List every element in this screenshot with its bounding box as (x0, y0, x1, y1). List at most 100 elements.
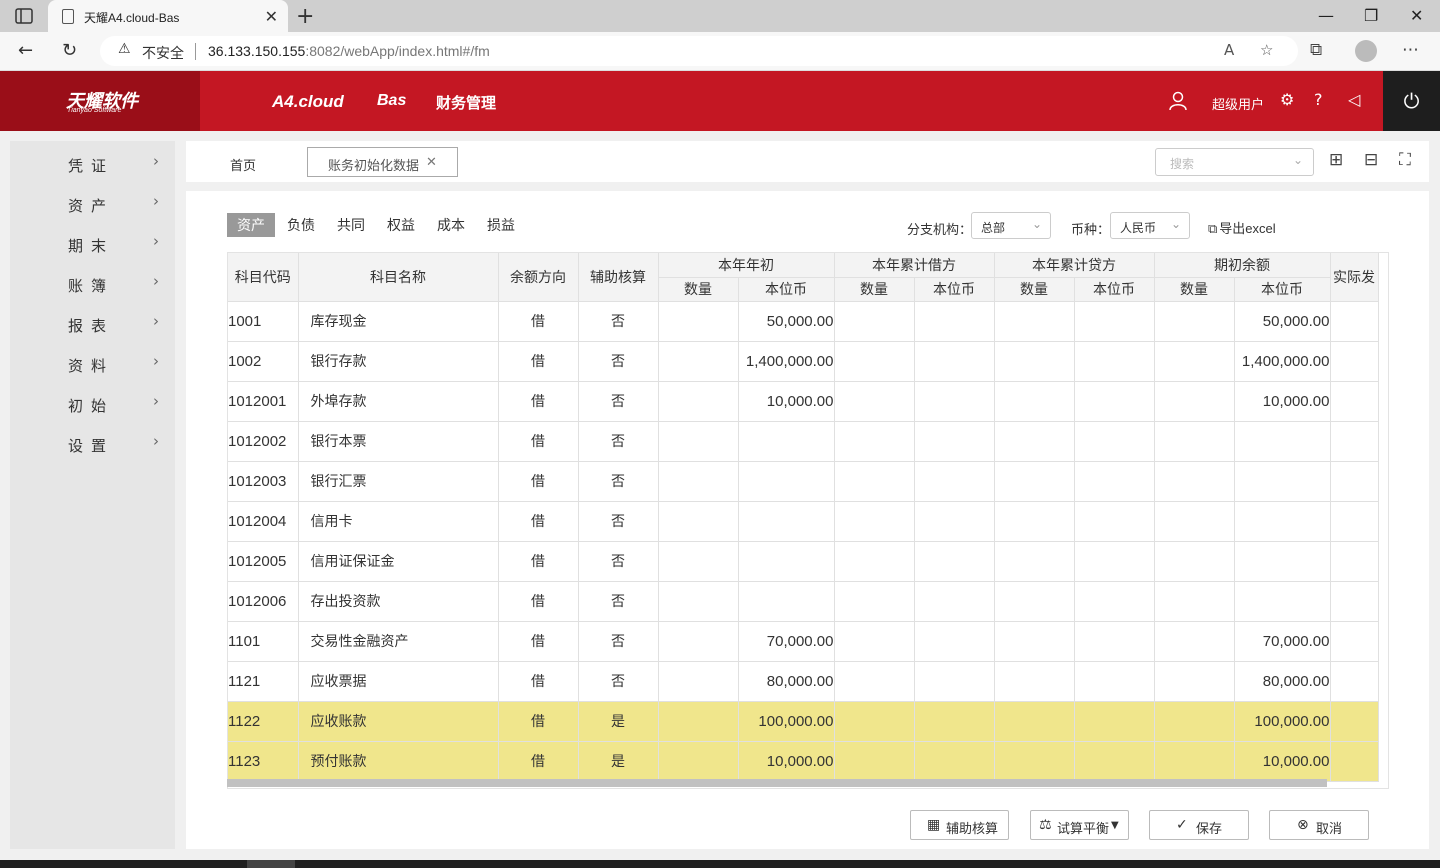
cell-actual[interactable] (1330, 581, 1379, 622)
cell-actual[interactable] (1330, 661, 1379, 702)
trial-balance-button[interactable]: ⚖ 试算平衡 ▼ (1030, 810, 1129, 840)
cell-name[interactable]: 应收账款 (298, 701, 499, 742)
more-menu-icon[interactable]: ⋯ (1402, 40, 1419, 60)
cell-aux[interactable]: 是 (578, 701, 659, 742)
category-tab-pl[interactable]: 损益 (487, 215, 515, 235)
cell-credit-base[interactable] (1074, 421, 1155, 462)
cell-actual[interactable] (1330, 381, 1379, 422)
cell-aux[interactable]: 否 (578, 421, 659, 462)
tab-actions-icon[interactable] (14, 7, 34, 25)
cell-credit-qty[interactable] (994, 581, 1075, 622)
cell-actual[interactable] (1330, 461, 1379, 502)
table-row[interactable]: 1123 预付账款借是 10,000.00 10,000.00 (228, 741, 1379, 782)
cell-begin-qty[interactable] (658, 341, 739, 382)
cell-direction[interactable]: 借 (498, 661, 579, 702)
cell-name[interactable]: 交易性金融资产 (298, 621, 499, 662)
cell-begin-base[interactable] (738, 541, 835, 582)
sidebar-item-data[interactable]: 资料 › (10, 343, 175, 383)
table-row[interactable]: 1012002 银行本票借否 (228, 421, 1379, 462)
window-close-icon[interactable]: ✕ (1410, 6, 1423, 25)
cell-begin-qty[interactable] (658, 421, 739, 462)
cell-code[interactable]: 1123 (228, 741, 299, 782)
cell-aux[interactable]: 否 (578, 341, 659, 382)
cell-opening-base[interactable] (1234, 541, 1331, 582)
cell-debit-base[interactable] (914, 661, 995, 702)
sidebar-item-voucher[interactable]: 凭证 › (10, 143, 175, 183)
nav-finance[interactable]: 财务管理 (436, 92, 496, 113)
cell-direction[interactable]: 借 (498, 461, 579, 502)
cell-credit-base[interactable] (1074, 301, 1155, 342)
cell-credit-base[interactable] (1074, 581, 1155, 622)
category-tab-cost[interactable]: 成本 (437, 215, 465, 235)
cell-aux[interactable]: 否 (578, 581, 659, 622)
cell-aux[interactable]: 否 (578, 621, 659, 662)
cell-debit-base[interactable] (914, 541, 995, 582)
cell-code[interactable]: 1012006 (228, 581, 299, 622)
cell-begin-qty[interactable] (658, 461, 739, 502)
sidebar-item-reports[interactable]: 报表 › (10, 303, 175, 343)
fullscreen-icon[interactable]: ⛶ (1399, 150, 1411, 170)
cell-debit-qty[interactable] (834, 421, 915, 462)
cell-opening-qty[interactable] (1154, 701, 1235, 742)
cell-begin-base[interactable]: 80,000.00 (738, 661, 835, 702)
cell-debit-qty[interactable] (834, 661, 915, 702)
cell-actual[interactable] (1330, 701, 1379, 742)
compress-icon[interactable]: ⊟ (1364, 150, 1378, 170)
sidebar-item-settings[interactable]: 设置 › (10, 423, 175, 463)
cell-direction[interactable]: 借 (498, 341, 579, 382)
speaker-icon[interactable]: ◁ (1348, 90, 1360, 109)
cell-debit-qty[interactable] (834, 741, 915, 782)
cell-credit-qty[interactable] (994, 461, 1075, 502)
cell-opening-qty[interactable] (1154, 341, 1235, 382)
category-tab-liabilities[interactable]: 负债 (287, 215, 315, 235)
cell-begin-base[interactable]: 70,000.00 (738, 621, 835, 662)
cell-direction[interactable]: 借 (498, 421, 579, 462)
cell-credit-qty[interactable] (994, 541, 1075, 582)
cell-begin-qty[interactable] (658, 621, 739, 662)
cell-name[interactable]: 信用证保证金 (298, 541, 499, 582)
cell-aux[interactable]: 是 (578, 741, 659, 782)
cell-code[interactable]: 1012004 (228, 501, 299, 542)
cell-begin-base[interactable] (738, 501, 835, 542)
cell-code[interactable]: 1122 (228, 701, 299, 742)
cell-credit-base[interactable] (1074, 461, 1155, 502)
cell-opening-base[interactable]: 10,000.00 (1234, 741, 1331, 782)
cell-name[interactable]: 存出投资款 (298, 581, 499, 622)
cell-direction[interactable]: 借 (498, 301, 579, 342)
cell-opening-base[interactable]: 1,400,000.00 (1234, 341, 1331, 382)
cell-opening-qty[interactable] (1154, 301, 1235, 342)
cell-credit-base[interactable] (1074, 621, 1155, 662)
cell-code[interactable]: 1101 (228, 621, 299, 662)
table-row[interactable]: 1012006 存出投资款借否 (228, 581, 1379, 622)
cell-direction[interactable]: 借 (498, 541, 579, 582)
expand-icon[interactable]: ⊞ (1329, 150, 1343, 170)
cell-debit-qty[interactable] (834, 461, 915, 502)
cell-debit-qty[interactable] (834, 581, 915, 622)
taskbar-item[interactable] (247, 860, 295, 868)
cell-credit-qty[interactable] (994, 701, 1075, 742)
cell-name[interactable]: 应收票据 (298, 661, 499, 702)
tab-home[interactable]: 首页 (230, 155, 256, 174)
search-select[interactable]: 搜索 ⌄ (1155, 148, 1314, 176)
cell-debit-base[interactable] (914, 381, 995, 422)
table-row[interactable]: 1122 应收账款借是 100,000.00 100,000.00 (228, 701, 1379, 742)
cell-code[interactable]: 1012002 (228, 421, 299, 462)
cell-opening-base[interactable]: 70,000.00 (1234, 621, 1331, 662)
cell-code[interactable]: 1012001 (228, 381, 299, 422)
cell-debit-qty[interactable] (834, 381, 915, 422)
cell-begin-base[interactable] (738, 461, 835, 502)
close-icon[interactable]: ✕ (426, 154, 437, 170)
nav-a4cloud[interactable]: A4.cloud (272, 92, 344, 112)
cell-begin-qty[interactable] (658, 581, 739, 622)
cell-actual[interactable] (1330, 621, 1379, 662)
settings-icon[interactable]: ⚙ (1280, 90, 1294, 109)
tab-account-init[interactable]: 账务初始化数据 ✕ (307, 147, 458, 177)
cell-debit-base[interactable] (914, 741, 995, 782)
cell-opening-base[interactable] (1234, 581, 1331, 622)
cell-direction[interactable]: 借 (498, 581, 579, 622)
cell-debit-base[interactable] (914, 501, 995, 542)
favorite-icon[interactable]: ☆ (1260, 41, 1273, 59)
save-button[interactable]: ✓ 保存 (1149, 810, 1249, 840)
cell-credit-qty[interactable] (994, 341, 1075, 382)
cell-debit-base[interactable] (914, 301, 995, 342)
